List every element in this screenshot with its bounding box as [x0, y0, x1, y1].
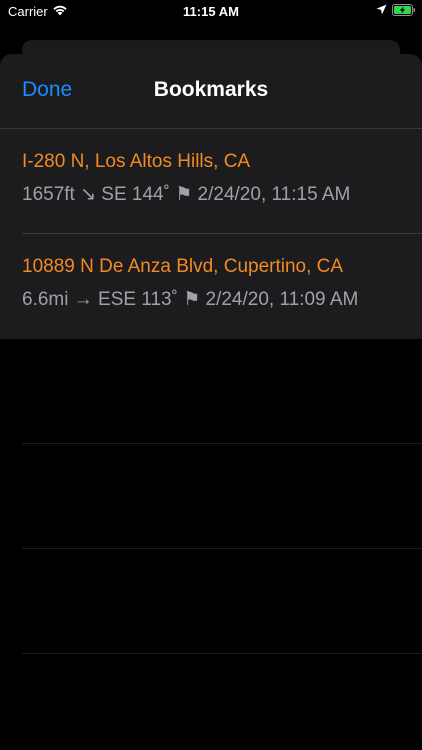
- navigation-bar: Done Bookmarks: [0, 54, 422, 129]
- location-arrow-icon: [376, 4, 387, 15]
- bookmark-title: 10889 N De Anza Blvd, Cupertino, CA: [22, 256, 344, 277]
- status-bar: Carrier 11:15 AM: [0, 0, 422, 24]
- empty-row: [0, 549, 422, 654]
- bookmark-row[interactable]: I-280 N, Los Altos Hills, CA 1657ft ↘ SE…: [0, 129, 422, 234]
- bookmark-details: 6.6mi → ESE 113˚ ⚑ 2/24/20, 11:09 AM: [22, 289, 359, 310]
- bookmarks-sheet: Done Bookmarks I-280 N, Los Altos Hills,…: [0, 54, 422, 750]
- bookmark-details: 1657ft ↘ SE 144˚ ⚑ 2/24/20, 11:15 AM: [22, 184, 351, 205]
- empty-row: [0, 444, 422, 549]
- bookmark-list: I-280 N, Los Altos Hills, CA 1657ft ↘ SE…: [0, 129, 422, 654]
- bookmark-title: I-280 N, Los Altos Hills, CA: [22, 151, 251, 172]
- empty-row: [0, 339, 422, 444]
- bookmark-row[interactable]: 10889 N De Anza Blvd, Cupertino, CA 6.6m…: [0, 234, 422, 339]
- clock: 11:15 AM: [183, 4, 239, 19]
- page-title: Bookmarks: [153, 78, 269, 101]
- row-divider: [22, 653, 422, 654]
- battery-charging-icon: [392, 4, 416, 16]
